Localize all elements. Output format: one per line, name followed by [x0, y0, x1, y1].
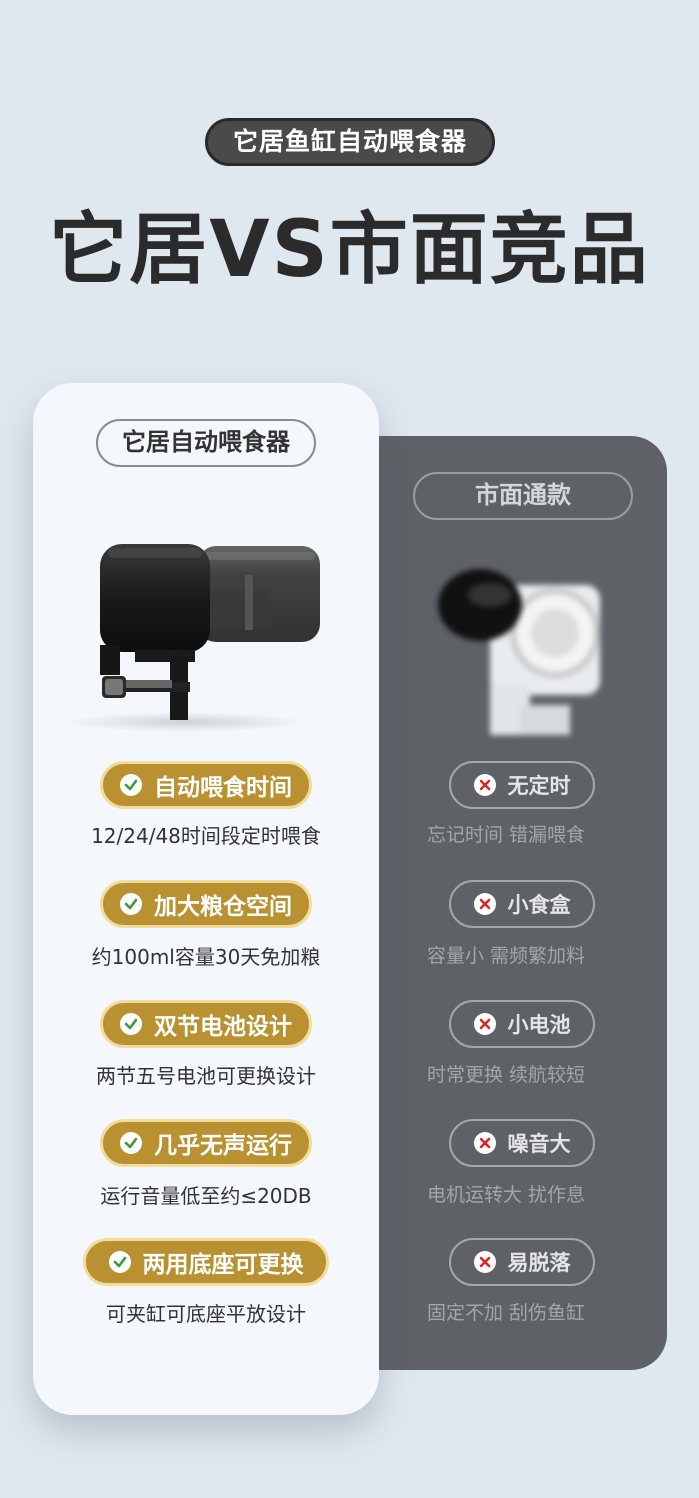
top-category-pill: 它居鱼缸自动喂食器: [205, 118, 495, 166]
brand-feature-desc: 可夹缸可底座平放设计: [106, 1302, 306, 1326]
cross-icon: [473, 1013, 496, 1035]
competitor-feature-pill: 小电池: [449, 1000, 595, 1048]
check-icon: [120, 1132, 142, 1154]
competitor-feature-label: 小电池: [507, 1013, 571, 1037]
competitor-feature-pill: 易脱落: [449, 1238, 595, 1286]
brand-card-title: 它居自动喂食器: [96, 419, 316, 467]
brand-feature-desc: 运行音量低至约≤20DB: [100, 1184, 312, 1208]
cross-icon: [473, 1132, 496, 1154]
competitor-feeder-image: [438, 569, 600, 735]
competitor-feature-label: 噪音大: [507, 1132, 571, 1156]
brand-feature-desc: 约100ml容量30天免加粮: [91, 945, 321, 969]
brand-feature-desc: 两节五号电池可更换设计: [96, 1064, 316, 1088]
competitor-feature-pill: 无定时: [449, 761, 595, 809]
brand-feature-desc: 12/24/48时间段定时喂食: [91, 824, 321, 848]
check-icon: [120, 774, 142, 796]
check-icon: [108, 1251, 131, 1273]
brand-feature-label: 几乎无声运行: [154, 1133, 292, 1159]
competitor-feature-label: 易脱落: [507, 1251, 571, 1275]
brand-feature-label: 两用底座可更换: [142, 1252, 304, 1278]
brand-feeder-image: [65, 544, 320, 732]
competitor-feature-pill: 小食盒: [449, 880, 595, 928]
page-headline: 它居VS市面竞品: [49, 205, 650, 295]
competitor-feature-label: 无定时: [507, 774, 571, 798]
competitor-card-title: 市面通款: [413, 472, 633, 520]
cross-icon: [473, 1251, 496, 1273]
competitor-feature-label: 小食盒: [507, 893, 571, 917]
competitor-feature-desc: 固定不加 刮伤鱼缸: [426, 1302, 586, 1324]
brand-feature-label: 自动喂食时间: [154, 775, 292, 801]
brand-feature-pill: 几乎无声运行: [100, 1119, 312, 1167]
cross-icon: [473, 893, 496, 915]
brand-feature-pill: 加大粮仓空间: [100, 880, 312, 928]
competitor-feature-desc: 容量小 需频繁加料: [426, 945, 586, 967]
cross-icon: [473, 774, 496, 796]
competitor-feature-pill: 噪音大: [449, 1119, 595, 1167]
competitor-feature-desc: 忘记时间 错漏喂食: [426, 824, 586, 846]
brand-feature-pill: 两用底座可更换: [83, 1238, 329, 1286]
brand-feature-pill: 双节电池设计: [100, 1000, 312, 1048]
competitor-feature-desc: 时常更换 续航较短: [426, 1064, 586, 1086]
competitor-feature-desc: 电机运转大 扰作息: [426, 1184, 586, 1206]
brand-feature-label: 加大粮仓空间: [154, 894, 292, 920]
check-icon: [120, 1013, 142, 1035]
check-icon: [120, 893, 142, 915]
brand-feature-pill: 自动喂食时间: [100, 761, 312, 809]
brand-feature-label: 双节电池设计: [154, 1014, 292, 1040]
